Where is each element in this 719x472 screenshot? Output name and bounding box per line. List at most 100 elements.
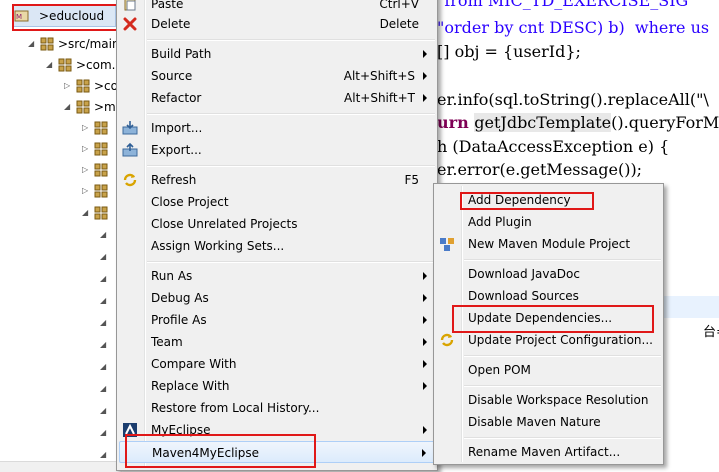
menu-item-close-unrelated-projects[interactable]: Close Unrelated Projects [119,213,435,235]
menu-item-update-project-configuration[interactable]: Update Project Configuration... [436,329,661,351]
expand-toggle-icon[interactable]: ▷ [82,124,90,132]
menu-item-download-sources[interactable]: Download Sources [436,285,661,307]
menu-item-label: Replace With [151,379,230,393]
expand-toggle-icon[interactable]: ▷ [82,145,90,153]
menu-item-assign-working-sets[interactable]: Assign Working Sets... [119,235,435,257]
menu-item-profile-as[interactable]: Profile As [119,309,435,331]
menu-item-label: Close Unrelated Projects [151,217,298,231]
paste-icon [122,0,138,12]
menu-item-label: Close Project [151,195,229,209]
package-icon [58,58,72,72]
code-token: [] obj = {userId}; [437,42,581,61]
submenu-arrow-icon [423,316,427,324]
tree-bullet-icon: ◢ [100,428,107,437]
menu-item-label: Rename Maven Artifact... [468,445,621,459]
menu-item-delete[interactable]: Delete Delete [119,13,435,35]
menu-item-label: Disable Maven Nature [468,415,601,429]
menu-item-import[interactable]: Import... [119,117,435,139]
menu-item-debug-as[interactable]: Debug As [119,287,435,309]
menu-item-refactor[interactable]: Refactor Alt+Shift+T [119,87,435,109]
menu-item-label: Restore from Local History... [151,401,320,415]
refresh-icon [122,172,138,188]
menu-item-label: Refactor [151,91,202,105]
menu-item-label: Export... [151,143,202,157]
explorer-horizontal-scrollbar[interactable] [0,461,122,472]
expand-toggle-icon[interactable]: ◢ [82,209,90,217]
submenu-arrow-icon [423,382,427,390]
package-icon [94,142,108,156]
expand-toggle-icon[interactable]: ◢ [28,40,36,48]
menu-item-label: New Maven Module Project [468,237,631,251]
menu-separator [464,259,661,261]
expand-toggle-icon[interactable]: ◢ [64,103,72,111]
menu-item-label: Import... [151,121,203,135]
tree-bullet-icon: ◢ [100,318,107,327]
menu-separator [147,39,435,41]
expand-toggle-icon[interactable]: ▷ [82,187,90,195]
menu-item-label: Update Dependencies... [468,311,613,325]
code-line: er.error(e.getMessage()); [437,160,642,179]
menu-item-disable-workspace-resolution[interactable]: Disable Workspace Resolution [436,389,661,411]
menu-item-restore-from-local-history[interactable]: Restore from Local History... [119,397,435,419]
package-explorer[interactable]: M >educloud ◢ >src/main ◢ >com. ▷ >co ◢ >m ▷ ▷ ▷ ▷ ◢… [0,0,122,472]
tree-bullet-icon: ◢ [100,252,107,261]
code-line: er.info(sql.toString().replaceAll("\ [437,90,709,109]
code-line: "from MIC_TD_EXERCISE_SIG [437,0,688,10]
tree-item-label: >co [94,79,118,93]
menu-item-label: Download JavaDoc [468,267,580,281]
menu-item-source[interactable]: Source Alt+Shift+S [119,65,435,87]
menu-item-export[interactable]: Export... [119,139,435,161]
tree-item-label: >com. [76,58,116,72]
myeclipse-icon [122,422,138,438]
tree-bullet-icon: ◢ [100,384,107,393]
menu-item-download-javadoc[interactable]: Download JavaDoc [436,263,661,285]
menu-item-label: Disable Workspace Resolution [468,393,649,407]
menu-item-shortcut: Delete [379,17,419,31]
tree-item-label: >src/main [58,37,120,51]
menu-item-label: Delete [151,17,191,31]
project-context-menu[interactable]: Paste Ctrl+V Delete Delete Build Path Source A… [116,0,438,471]
menu-item-close-project[interactable]: Close Project [119,191,435,213]
code-token: getJdbcTemplate [474,113,612,132]
code-line: urn getJdbcTemplate().queryForM [437,113,719,132]
code-token: "from MIC_TD_EXERCISE_SIG [437,0,689,10]
menu-item-label: Source [151,69,193,83]
menu-item-maven4myeclipse[interactable]: Maven4MyEclipse [119,441,435,463]
expand-toggle-icon[interactable]: ▷ [64,82,72,90]
submenu-arrow-icon [423,360,427,368]
package-icon [94,121,108,135]
delete-icon [122,16,138,32]
menu-item-refresh[interactable]: Refresh F5 [119,169,435,191]
menu-item-compare-with[interactable]: Compare With [119,353,435,375]
menu-item-myeclipse[interactable]: MyEclipse [119,419,435,441]
menu-item-label: Debug As [151,291,209,305]
menu-item-label: Refresh [151,173,197,187]
menu-item-update-dependencies[interactable]: Update Dependencies... [436,307,661,329]
menu-item-team[interactable]: Team [119,331,435,353]
submenu-arrow-icon [422,449,426,457]
menu-item-run-as[interactable]: Run As [119,265,435,287]
menu-item-open-pom[interactable]: Open POM [436,359,661,381]
menu-item-add-plugin[interactable]: Add Plugin [436,211,661,233]
package-icon [94,206,108,220]
expand-toggle-icon[interactable]: ▷ [82,166,90,174]
menu-item-rename-maven-artifact[interactable]: Rename Maven Artifact... [436,441,661,463]
menu-item-label: Run As [151,269,193,283]
menu-separator [464,355,661,357]
menu-item-label: Download Sources [468,289,579,303]
code-token: er.error(e.getMessage()); [437,160,643,179]
menu-item-disable-maven-nature[interactable]: Disable Maven Nature [436,411,661,433]
maven4myeclipse-submenu[interactable]: Add Dependency Add Plugin New Maven Module… [433,183,664,465]
menu-item-shortcut: F5 [404,173,419,187]
menu-item-replace-with[interactable]: Replace With [119,375,435,397]
maven-project-icon: M [14,9,29,23]
project-label: >educloud [39,9,105,23]
submenu-arrow-icon [423,94,427,102]
tree-item-label: >m [94,100,116,114]
tree-bullet-icon: ◢ [100,406,107,415]
expand-toggle-icon[interactable]: ◢ [46,61,54,69]
menu-item-new-maven-module-project[interactable]: New Maven Module Project [436,233,661,255]
menu-item-add-dependency[interactable]: Add Dependency [436,189,661,211]
menu-item-build-path[interactable]: Build Path [119,43,435,65]
tree-bullet-icon: ◢ [100,340,107,349]
